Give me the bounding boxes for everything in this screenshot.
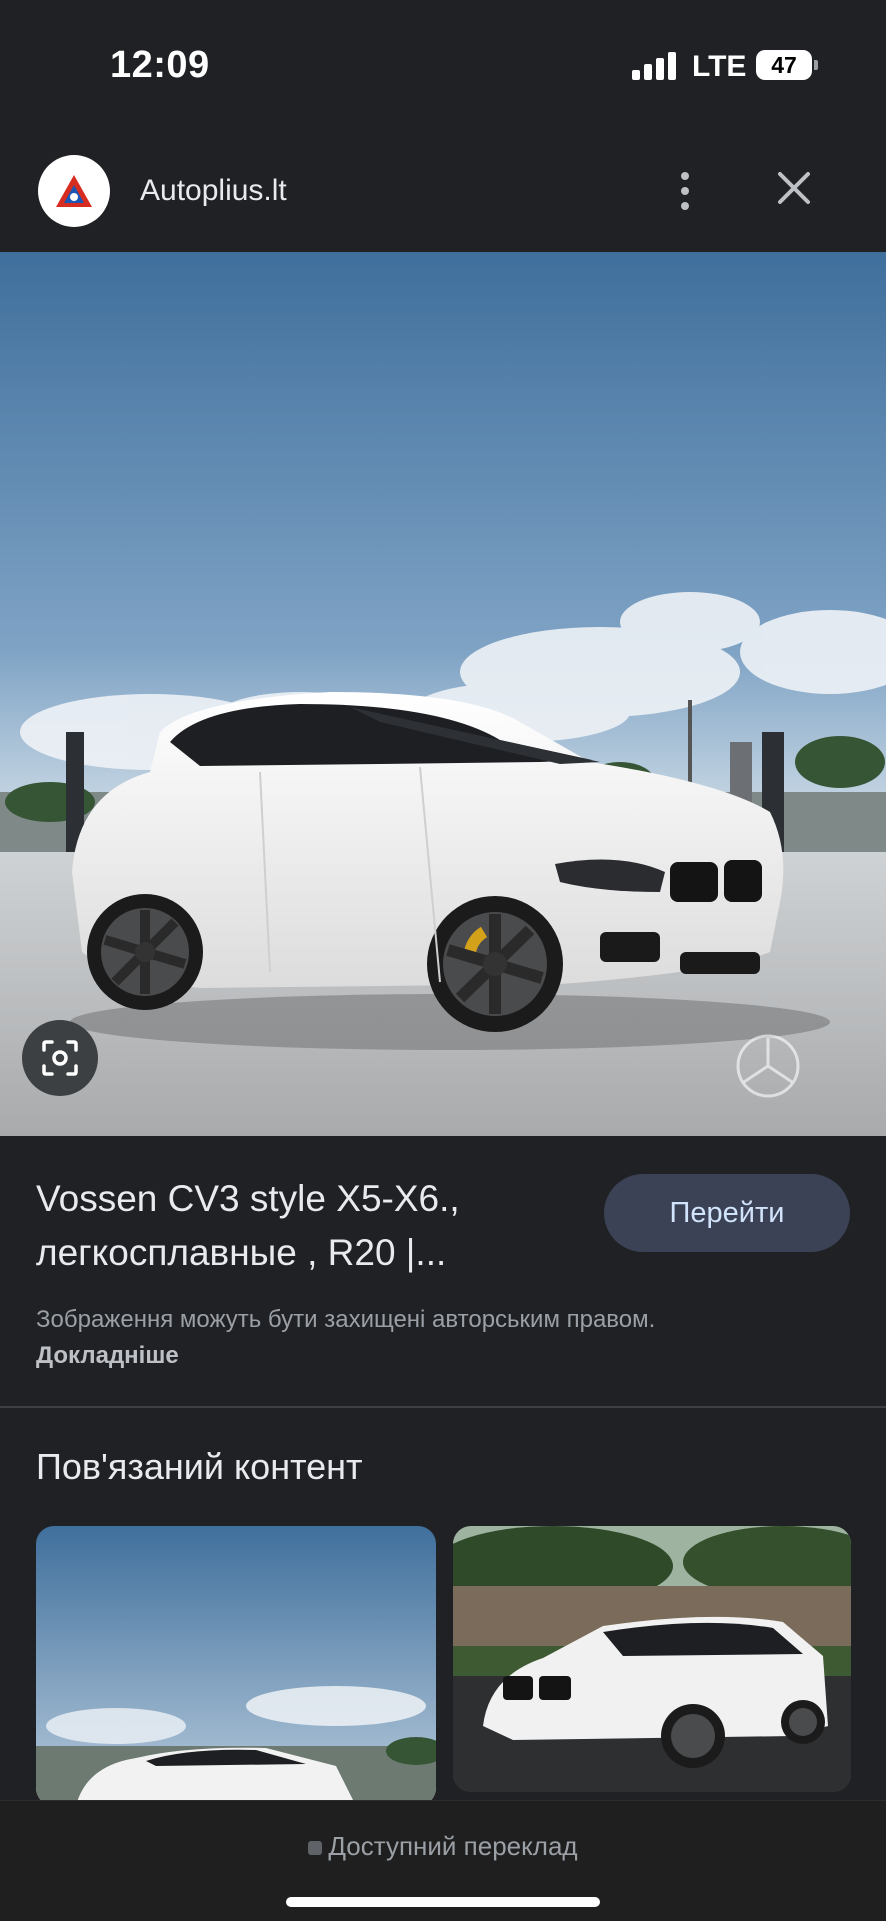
related-content-heading: Пов'язаний контент	[36, 1446, 363, 1487]
result-title[interactable]: Vossen CV3 style X5-X6., легкосплавные ,…	[36, 1172, 576, 1280]
more-options-icon[interactable]	[665, 166, 705, 216]
related-thumbnail-2[interactable]	[453, 1526, 851, 1792]
signal-icon	[632, 52, 676, 80]
related-thumbnail-1[interactable]	[36, 1526, 436, 1806]
network-label: LTE	[692, 50, 747, 83]
bottom-url[interactable]: Доступний переклад	[0, 1831, 886, 1862]
close-icon[interactable]	[772, 166, 816, 210]
result-title-line2: легкосплавные , R20 |...	[36, 1232, 447, 1273]
lens-icon	[42, 1040, 78, 1076]
car-photo	[0, 252, 886, 1136]
related-image-2	[453, 1526, 851, 1792]
bottom-url-text: Доступний переклад	[328, 1831, 578, 1861]
section-divider	[0, 1406, 886, 1408]
battery-icon: 47	[756, 50, 818, 80]
lens-search-button[interactable]	[22, 1020, 98, 1096]
result-title-line1: Vossen CV3 style X5-X6.,	[36, 1178, 460, 1219]
autoplius-logo-icon	[56, 175, 92, 207]
go-to-site-button[interactable]: Перейти	[604, 1174, 850, 1252]
viewer-header: Autoplius.lt	[0, 150, 886, 250]
bottom-bar: Доступний переклад	[0, 1800, 886, 1921]
site-logo[interactable]	[38, 155, 110, 227]
hero-image[interactable]	[0, 252, 886, 1136]
status-time: 12:09	[110, 44, 210, 86]
related-image-1	[36, 1526, 436, 1806]
site-name[interactable]: Autoplius.lt	[140, 174, 287, 208]
copyright-notice: Зображення можуть бути захищені авторськ…	[36, 1302, 796, 1374]
learn-more-link[interactable]: Докладніше	[36, 1342, 179, 1369]
copyright-text: Зображення можуть бути захищені авторськ…	[36, 1306, 656, 1333]
lock-icon	[308, 1841, 323, 1856]
status-bar: 12:09 LTE 47	[0, 0, 886, 130]
home-indicator[interactable]	[286, 1897, 600, 1907]
